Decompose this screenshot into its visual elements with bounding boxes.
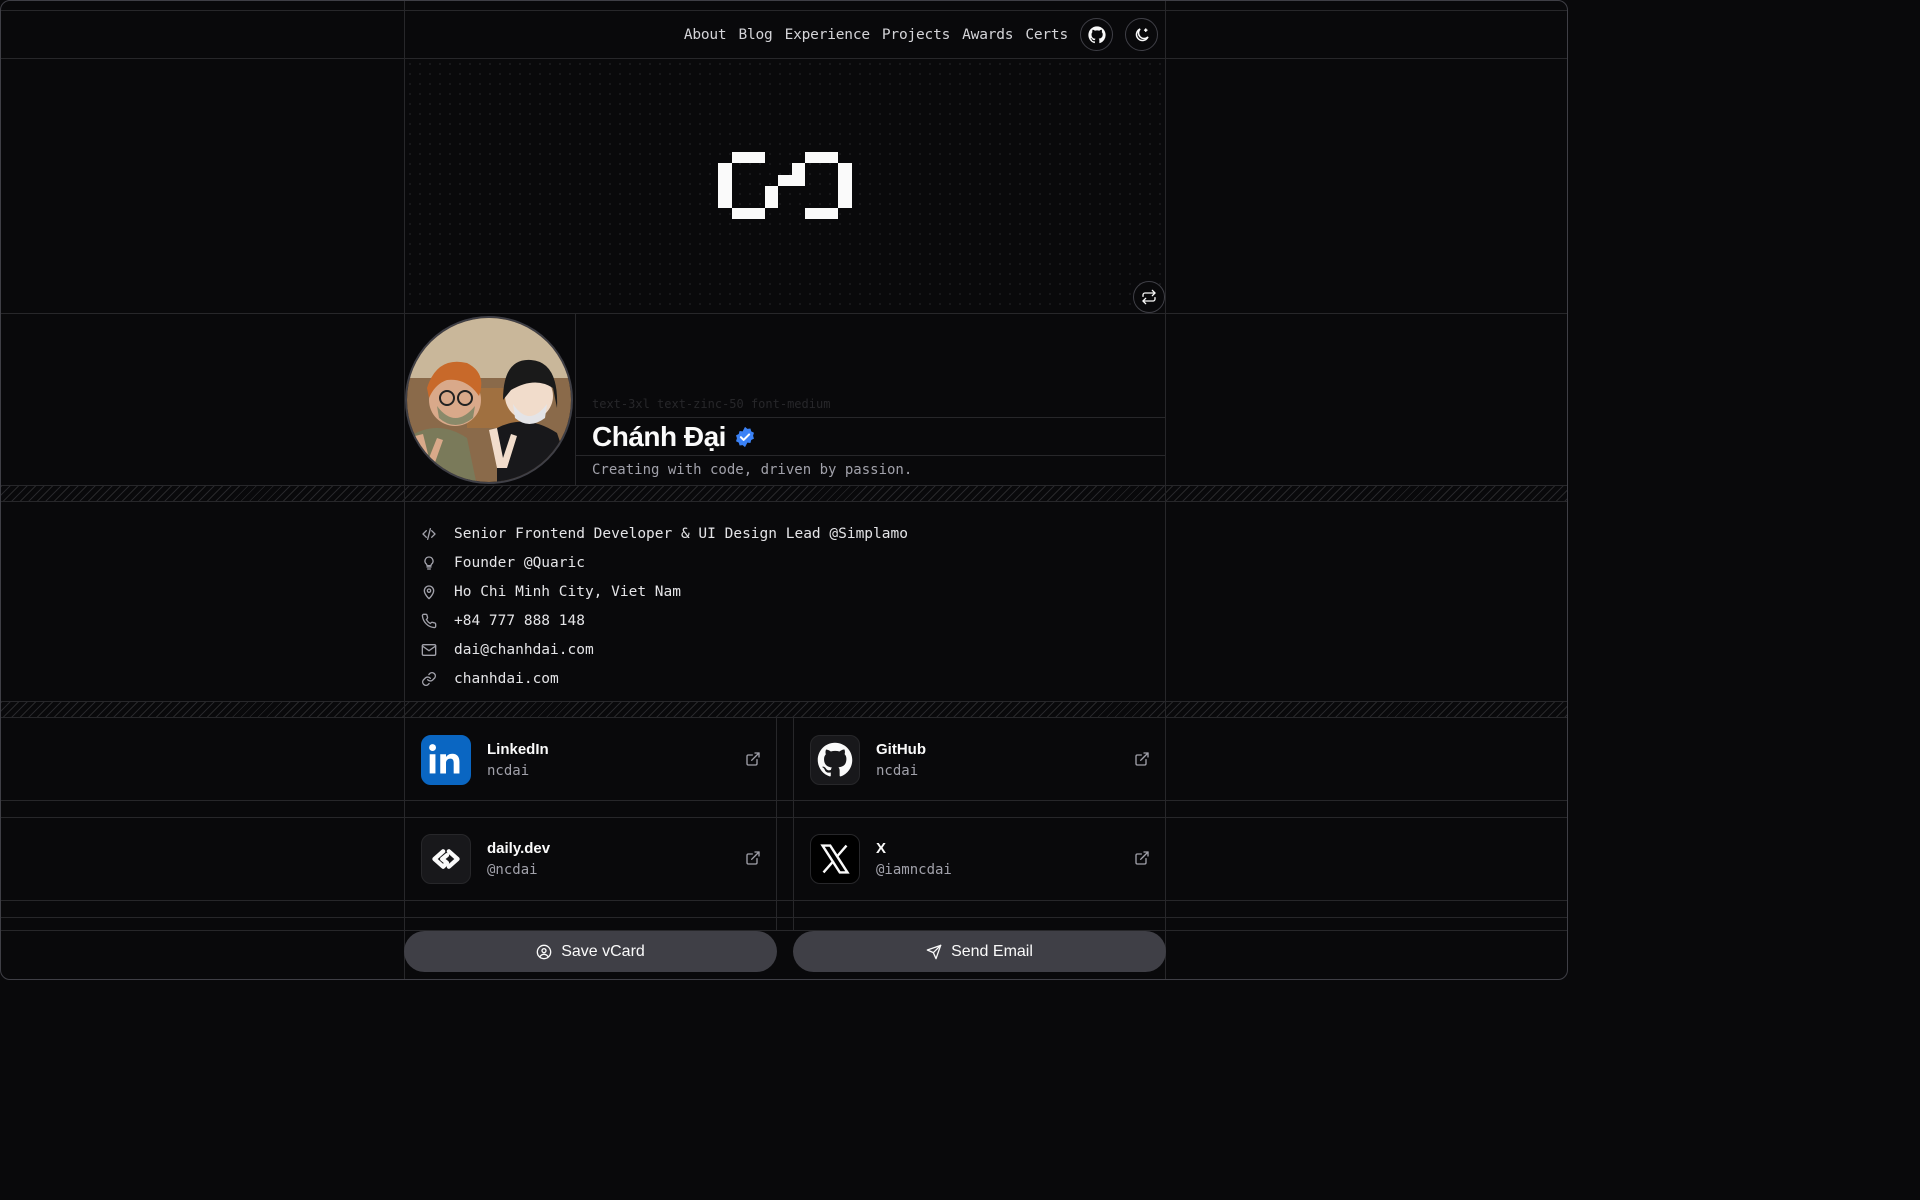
info-item-phone: +84 777 888 148 — [421, 606, 908, 635]
social-card-linkedin[interactable]: LinkedIn ncdai — [405, 719, 777, 801]
social-name: X — [876, 840, 887, 857]
lightbulb-icon — [424, 555, 434, 570]
verified-badge-icon — [735, 426, 754, 448]
social-card-dailydev[interactable]: daily.dev @ncdai — [405, 818, 777, 900]
external-link-icon — [1135, 752, 1149, 766]
grid-line — [1, 917, 1567, 918]
nav-blog[interactable]: Blog — [738, 27, 772, 43]
social-card-github[interactable]: GitHub ncdai — [794, 719, 1166, 801]
code-icon — [422, 527, 436, 540]
profile-tagline: Creating with code, driven by passion. — [592, 462, 913, 478]
github-button[interactable] — [1080, 18, 1113, 51]
github-icon — [810, 735, 860, 785]
info-item-location: Ho Chi Minh City, Viet Nam — [421, 577, 908, 606]
save-vcard-button[interactable]: Save vCard — [404, 931, 777, 972]
social-handle: ncdai — [487, 763, 530, 779]
info-item-job: Senior Frontend Developer & UI Design Le… — [421, 519, 908, 548]
hero-banner — [405, 59, 1165, 313]
social-name: LinkedIn — [487, 741, 549, 758]
info-text: Ho Chi Minh City, Viet Nam — [454, 583, 681, 600]
info-item-website: chanhdai.com — [421, 664, 908, 693]
social-name: GitHub — [876, 741, 926, 758]
social-handle: ncdai — [876, 763, 919, 779]
grid-line — [575, 313, 576, 485]
grid-line — [1, 900, 1567, 901]
github-icon — [1087, 25, 1106, 43]
social-handle: @iamncdai — [876, 862, 952, 878]
grid-line — [576, 417, 1165, 418]
send-icon — [926, 944, 942, 959]
nav-certs[interactable]: Certs — [1025, 27, 1068, 43]
swap-logo-button[interactable] — [1133, 281, 1165, 313]
grid-line — [1, 313, 1567, 314]
page-frame: About Blog Experience Projects Awards Ce… — [0, 0, 1568, 980]
name-row: Chánh Đại — [592, 419, 756, 455]
link-icon — [422, 671, 436, 686]
send-email-label: Send Email — [951, 942, 1033, 960]
theme-toggle-button[interactable] — [1125, 18, 1158, 51]
grid-line — [576, 455, 1165, 456]
social-name: daily.dev — [487, 840, 551, 857]
mail-icon — [421, 643, 437, 656]
profile-name: Chánh Đại — [592, 421, 726, 452]
user-circle-icon — [536, 944, 552, 959]
avatar-illustration — [407, 318, 571, 482]
send-email-button[interactable]: Send Email — [793, 931, 1166, 972]
avatar — [405, 316, 573, 484]
info-item-founder: Founder @Quaric — [421, 548, 908, 577]
hatch-divider — [1, 485, 1567, 502]
save-vcard-label: Save vCard — [561, 942, 645, 960]
grid-line — [1, 930, 1567, 931]
info-text: chanhdai.com — [454, 670, 559, 687]
top-nav: About Blog Experience Projects Awards Ce… — [404, 11, 1166, 58]
external-link-icon — [746, 851, 760, 865]
moon-icon — [1135, 27, 1149, 41]
nav-about[interactable]: About — [684, 27, 727, 43]
grid-line — [1, 817, 1567, 818]
info-text: +84 777 888 148 — [454, 612, 585, 629]
external-link-icon — [746, 752, 760, 766]
external-link-icon — [1135, 851, 1149, 865]
nav-experience[interactable]: Experience — [785, 27, 871, 43]
nav-awards[interactable]: Awards — [962, 27, 1013, 43]
dailydev-icon — [421, 834, 471, 884]
social-card-x[interactable]: X @iamncdai — [794, 818, 1166, 900]
linkedin-icon — [421, 735, 471, 785]
info-text: Senior Frontend Developer & UI Design Le… — [454, 525, 908, 542]
class-hint-text: text-3xl text-zinc-50 font-medium — [592, 397, 831, 411]
nav-projects[interactable]: Projects — [882, 27, 950, 43]
swap-icon — [1142, 289, 1156, 305]
map-pin-icon — [423, 584, 435, 599]
social-handle: @ncdai — [487, 862, 538, 878]
info-text: Founder @Quaric — [454, 554, 585, 571]
info-list: Senior Frontend Developer & UI Design Le… — [421, 519, 908, 693]
pixel-logo — [718, 152, 852, 219]
phone-icon — [421, 613, 437, 628]
hatch-divider — [1, 701, 1567, 718]
x-icon — [810, 834, 860, 884]
grid-line — [1, 800, 1567, 801]
info-text: dai@chanhdai.com — [454, 641, 594, 658]
info-item-email: dai@chanhdai.com — [421, 635, 908, 664]
